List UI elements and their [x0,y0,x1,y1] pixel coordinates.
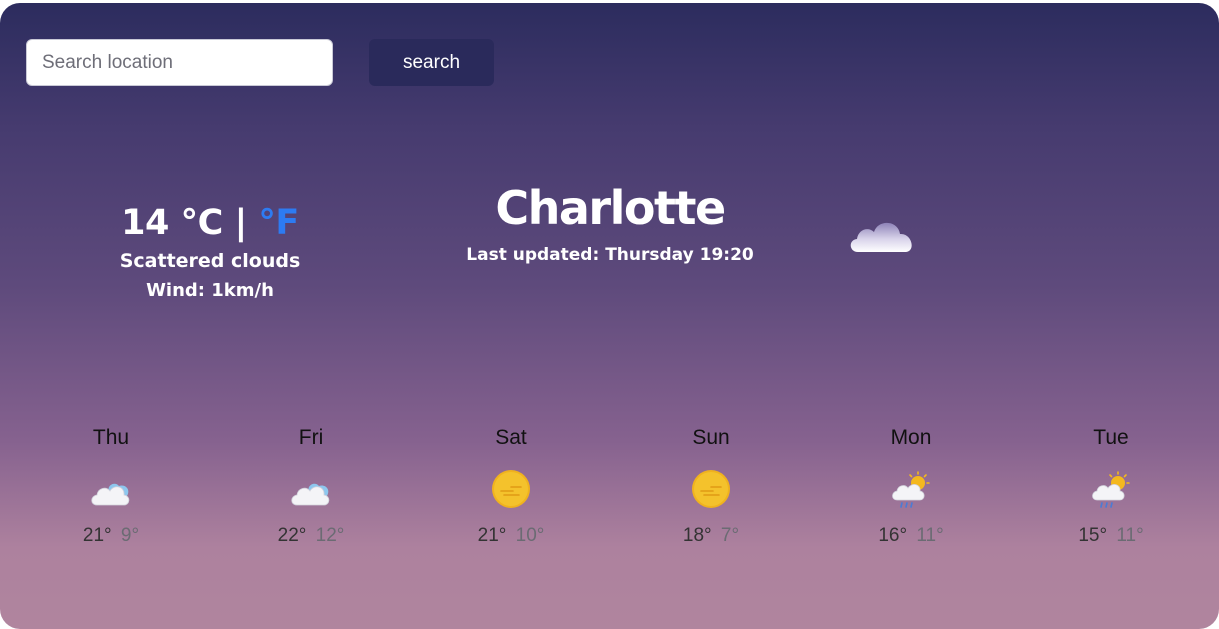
forecast: Thu 21° 9° Fri 22° 12° Sat 21° 10° Sun 1… [0,423,1219,563]
max-temp: 18° [682,525,712,546]
day-name: Sat [495,426,527,449]
forecast-day: Mon 16° 11° [811,423,1011,547]
day-name: Fri [298,426,324,449]
weather-card: search 14 °C | °F Scattered clouds Wind:… [0,3,1219,629]
temperature-range: 21° 10° [411,525,611,547]
max-temp: 21° [82,525,112,546]
forecast-day: Tue 15° 11° [1011,423,1211,547]
weather-condition: Scattered clouds [119,250,301,272]
temperature-range: 21° 9° [11,525,211,547]
current-weather: 14 °C | °F Scattered clouds Wind: 1km/h [60,200,360,306]
unit-separator: | [234,203,247,243]
cloudy-icon [91,483,130,506]
min-temp: 10° [515,525,545,546]
forecast-day: Thu 21° 9° [11,423,211,547]
min-temp: 11° [1116,525,1144,546]
min-temp: 9° [120,525,140,546]
temperature-range: 15° 11° [1011,525,1211,547]
temperature-range: 18° 7° [611,525,811,547]
min-temp: 7° [720,525,740,546]
sun-haze-icon [492,470,530,508]
cloudy-icon [291,483,330,506]
search-button[interactable]: search [369,39,494,86]
sun-cloud-rain-icon [1092,471,1130,508]
cloud-icon [850,222,912,252]
day-name: Tue [1093,426,1129,449]
forecast-day: Fri 22° 12° [211,423,411,547]
max-temp: 21° [477,525,507,546]
day-name: Sun [692,426,730,449]
search-input[interactable] [26,39,333,86]
wind-speed: Wind: 1km/h [146,280,274,301]
temperature-range: 22° 12° [211,525,411,547]
max-temp: 22° [277,525,307,546]
location-block: Charlotte Last updated: Thursday 19:20 [410,179,810,265]
fahrenheit-link[interactable]: °F [258,203,299,243]
current-temperature: 14 °C | °F [60,200,360,246]
day-name: Thu [92,426,130,449]
max-temp: 15° [1078,525,1108,546]
min-temp: 11° [916,525,944,546]
temperature-value: 14 [121,203,169,243]
sun-haze-icon [692,470,730,508]
max-temp: 16° [878,525,908,546]
celsius-unit: °C [180,203,224,243]
temperature-range: 16° 11° [811,525,1011,547]
forecast-day: Sat 21° 10° [411,423,611,547]
day-name: Mon [890,426,932,449]
city-name: Charlotte [495,181,726,235]
forecast-day: Sun 18° 7° [611,423,811,547]
min-temp: 12° [315,525,345,546]
sun-cloud-rain-icon [892,471,930,508]
last-updated: Last updated: Thursday 19:20 [466,245,754,265]
